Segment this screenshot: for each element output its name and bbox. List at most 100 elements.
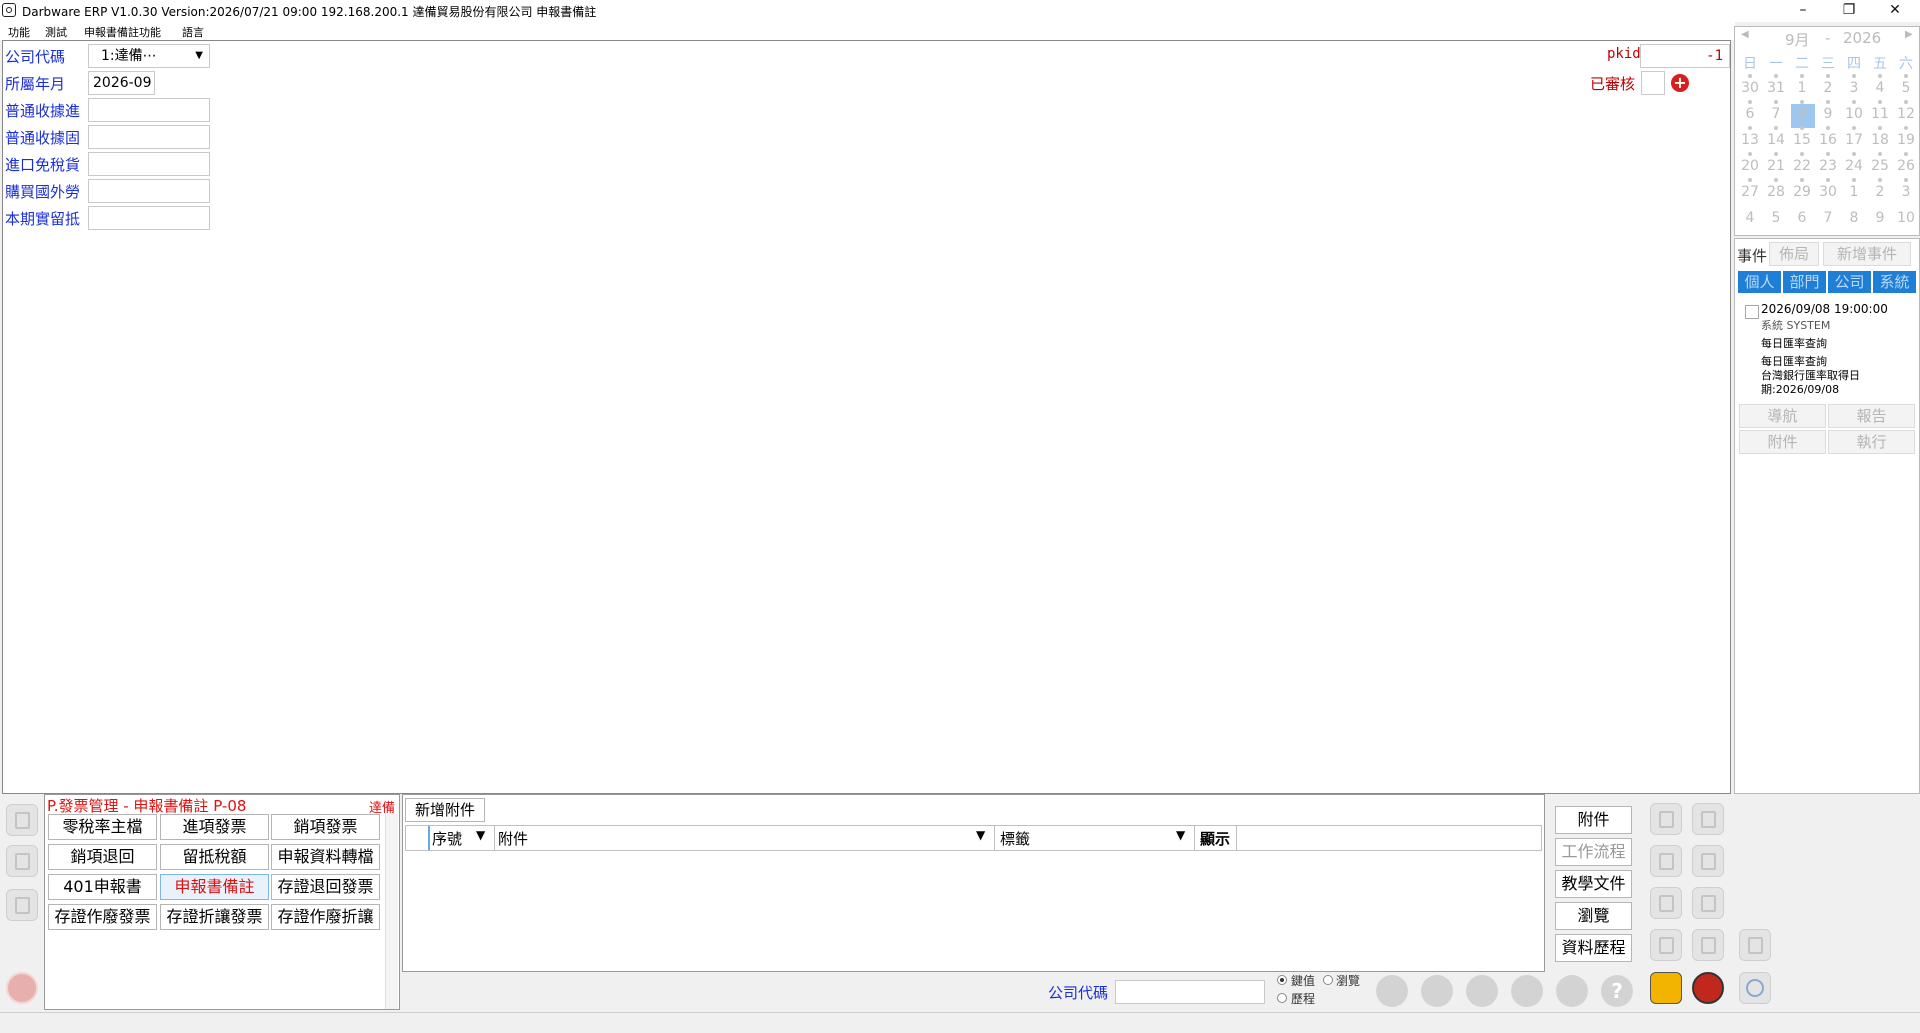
calendar-day[interactable]: 30 [1737, 80, 1763, 96]
calendar-day[interactable]: 8 [1841, 210, 1867, 226]
copy-record-icon[interactable] [1692, 803, 1724, 835]
prev-record-icon[interactable] [1421, 975, 1453, 1007]
pkid-input[interactable]: -1 [1640, 44, 1730, 68]
calendar-day[interactable]: 17 [1841, 132, 1867, 148]
user-icon[interactable] [6, 845, 38, 877]
events-new-button[interactable]: 新增事件 [1823, 242, 1911, 266]
calendar-day[interactable]: 4 [1737, 210, 1763, 226]
calendar-month[interactable]: 9月 [1785, 29, 1810, 50]
side-browse-button[interactable]: 瀏覽 [1555, 902, 1632, 930]
filter-system[interactable]: 系統 [1872, 270, 1917, 294]
calendar-day[interactable]: 4 [1867, 80, 1893, 96]
radio-browse[interactable] [1323, 975, 1333, 985]
restore-button[interactable]: ❐ [1826, 0, 1872, 22]
new-record-icon[interactable] [1650, 803, 1682, 835]
col-seq[interactable]: 序號 [432, 828, 462, 849]
calendar-day[interactable]: 15 [1789, 132, 1815, 148]
calendar-day[interactable]: 31 [1763, 80, 1789, 96]
calendar-day[interactable]: 1 [1789, 80, 1815, 96]
module-button[interactable]: 銷項發票 [271, 814, 380, 840]
calendar-day[interactable]: 5 [1893, 80, 1919, 96]
calendar-day[interactable]: 2 [1867, 184, 1893, 200]
foreign-service-input[interactable] [88, 179, 210, 203]
calendar-day[interactable]: 7 [1763, 106, 1789, 122]
robot-icon[interactable] [1739, 929, 1771, 961]
add-circle-icon[interactable]: + [1671, 74, 1689, 92]
menu-test[interactable]: 測試 [45, 24, 67, 40]
calendar-year[interactable]: 2026 [1843, 29, 1881, 47]
menu-function[interactable]: 功能 [8, 24, 30, 40]
filter-icon[interactable]: ▼ [976, 828, 985, 842]
search-doc-icon[interactable] [1650, 887, 1682, 919]
refresh-icon[interactable] [1466, 975, 1498, 1007]
preview-icon[interactable] [1692, 929, 1724, 961]
module-button[interactable]: 401申報書 [48, 874, 157, 900]
module-button[interactable]: 零稅率主檔 [48, 814, 157, 840]
bottom-company-input[interactable] [1115, 980, 1265, 1004]
side-attachment-button[interactable]: 附件 [1555, 806, 1632, 834]
module-button[interactable]: 申報資料轉檔 [271, 844, 380, 870]
clock-icon[interactable] [1739, 972, 1771, 1004]
module-button[interactable]: 進項發票 [160, 814, 269, 840]
calendar-day[interactable]: 8 [1789, 106, 1815, 122]
calendar-day[interactable]: 30 [1815, 184, 1841, 200]
calendar-day[interactable]: 22 [1789, 158, 1815, 174]
calendar-prev-icon[interactable]: ◀ [1741, 29, 1749, 40]
folder-icon[interactable] [6, 889, 38, 921]
module-button[interactable]: 存證退回發票 [271, 874, 380, 900]
side-history-button[interactable]: 資料歷程 [1555, 934, 1632, 962]
radio-history[interactable] [1277, 993, 1287, 1003]
calendar-day[interactable]: 7 [1815, 210, 1841, 226]
document-icon[interactable] [6, 804, 38, 836]
filter-icon[interactable]: ▼ [476, 828, 485, 842]
clipboard-icon[interactable] [1692, 887, 1724, 919]
side-tutorial-button[interactable]: 教學文件 [1555, 870, 1632, 898]
module-button[interactable]: 留抵稅額 [160, 844, 269, 870]
reviewed-checkbox[interactable] [1641, 71, 1665, 95]
import-taxfree-input[interactable] [88, 152, 210, 176]
module-button[interactable]: 銷項退回 [48, 844, 157, 870]
calendar-day[interactable]: 9 [1815, 106, 1841, 122]
calendar-day[interactable]: 2 [1815, 80, 1841, 96]
calendar-day[interactable]: 13 [1737, 132, 1763, 148]
calendar-day[interactable]: 3 [1841, 80, 1867, 96]
calendar-day[interactable]: 21 [1763, 158, 1789, 174]
calendar-day[interactable]: 28 [1763, 184, 1789, 200]
events-layout-button[interactable]: 佈局 [1769, 242, 1819, 266]
calendar-day[interactable]: 10 [1893, 210, 1919, 226]
module-button[interactable]: 存證作廢折讓 [271, 904, 380, 930]
side-workflow-button[interactable]: 工作流程 [1555, 838, 1632, 866]
delete-doc-icon[interactable] [1650, 929, 1682, 961]
calendar-day[interactable]: 1 [1841, 184, 1867, 200]
menu-report-note-functions[interactable]: 申報書備註功能 [84, 24, 161, 40]
module-button[interactable]: 存證折讓發票 [160, 904, 269, 930]
calendar-day[interactable]: 25 [1867, 158, 1893, 174]
filter-icon[interactable]: ▼ [1176, 828, 1185, 842]
close-button[interactable]: ✕ [1872, 0, 1918, 22]
calendar-day[interactable]: 16 [1815, 132, 1841, 148]
calendar-day[interactable]: 23 [1815, 158, 1841, 174]
period-input[interactable]: 2026-09 [88, 71, 155, 95]
calendar-day[interactable]: 27 [1737, 184, 1763, 200]
next-record-icon[interactable] [1511, 975, 1543, 1007]
retained-credit-input[interactable] [88, 206, 210, 230]
module-button[interactable]: 申報書備註 [160, 874, 269, 900]
module-scrollbar[interactable] [385, 813, 398, 1009]
company-code-select[interactable]: 1:達備⋯ ▼ [88, 44, 210, 68]
filter-company[interactable]: 公司 [1827, 270, 1872, 294]
calendar-day[interactable]: 5 [1763, 210, 1789, 226]
save-icon[interactable] [1650, 972, 1682, 1004]
calendar-day[interactable]: 20 [1737, 158, 1763, 174]
event-attachment-button[interactable]: 附件 [1739, 430, 1826, 454]
calendar-day[interactable]: 18 [1867, 132, 1893, 148]
col-tag[interactable]: 標籤 [1000, 828, 1030, 849]
calendar-day[interactable]: 6 [1737, 106, 1763, 122]
menu-language[interactable]: 語言 [182, 24, 204, 40]
calendar-day[interactable]: 19 [1893, 132, 1919, 148]
add-attachment-button[interactable]: 新增附件 [405, 798, 485, 822]
calendar-day[interactable]: 12 [1893, 106, 1919, 122]
calendar-day[interactable]: 3 [1893, 184, 1919, 200]
calendar-day[interactable]: 10 [1841, 106, 1867, 122]
minimize-button[interactable]: – [1780, 0, 1826, 22]
calendar-next-icon[interactable]: ▶ [1905, 29, 1913, 40]
